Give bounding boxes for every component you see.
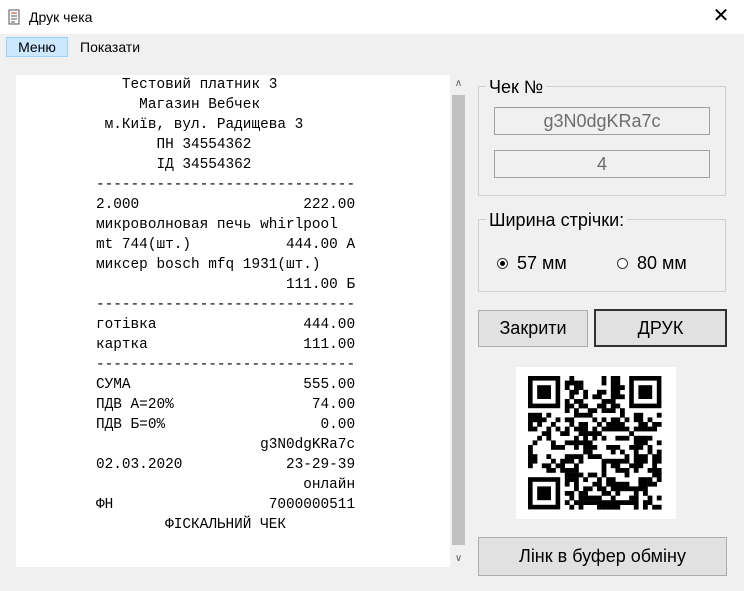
receipt-line: ПДВ А=20% 74.00 xyxy=(96,397,356,413)
menu-bar: Меню Показати xyxy=(0,34,744,60)
receipt-line: ФІСКАЛЬНИЙ ЧЕК xyxy=(96,517,286,533)
receipt-line: картка 111.00 xyxy=(96,337,356,353)
radio-57mm-label[interactable]: 57 мм xyxy=(517,253,567,273)
document-icon xyxy=(8,9,20,25)
receipt-line: Тестовий платник 3 xyxy=(96,77,278,93)
window-title: Друк чека xyxy=(29,9,93,25)
radio-80mm[interactable] xyxy=(617,258,628,269)
title-bar: Друк чека ✕ xyxy=(0,0,744,34)
tape-width-title: Ширина стрічки: xyxy=(486,210,628,230)
receipt-preview[interactable]: Тестовий платник 3 Магазин Вебчек м.Київ… xyxy=(16,75,450,567)
radio-80mm-label[interactable]: 80 мм xyxy=(637,253,687,273)
scroll-thumb[interactable] xyxy=(452,95,465,545)
receipt-line: ------------------------------ xyxy=(96,297,356,313)
check-index-field: 4 xyxy=(494,150,710,178)
check-number-field: g3N0dgKRa7c xyxy=(494,107,710,135)
receipt-line: Магазин Вебчек xyxy=(96,97,261,113)
receipt-line: ФН 7000000511 xyxy=(96,497,356,513)
check-number-title: Чек № xyxy=(486,77,547,97)
print-button[interactable]: ДРУК xyxy=(594,309,727,347)
receipt-line: готівка 444.00 xyxy=(96,317,356,333)
receipt-scrollbar[interactable]: ∧ ∨ xyxy=(450,75,467,567)
receipt-text: Тестовий платник 3 Магазин Вебчек м.Київ… xyxy=(96,75,355,535)
scroll-down-button[interactable]: ∨ xyxy=(450,550,467,567)
close-button[interactable]: Закрити xyxy=(478,310,588,347)
receipt-line: ------------------------------ xyxy=(96,177,356,193)
receipt-line: 2.000 222.00 xyxy=(96,197,356,213)
copy-link-button[interactable]: Лінк в буфер обміну xyxy=(478,537,727,576)
receipt-line: 02.03.2020 23-29-39 xyxy=(96,457,356,473)
radio-57mm[interactable] xyxy=(497,258,508,269)
receipt-line: ПН 34554362 xyxy=(96,137,252,153)
receipt-line: ------------------------------ xyxy=(96,357,356,373)
close-window-button[interactable]: ✕ xyxy=(698,0,744,34)
receipt-line: ПДВ Б=0% 0.00 xyxy=(96,417,356,433)
receipt-line: 111.00 Б xyxy=(96,277,356,293)
receipt-line: mt 744(шт.) 444.00 А xyxy=(96,237,356,253)
menu-item-menu[interactable]: Меню xyxy=(6,37,68,57)
receipt-line: ІД 34554362 xyxy=(96,157,252,173)
receipt-line: миксер bosch mfq 1931(шт.) xyxy=(96,257,321,273)
receipt-line: микроволновая печь whirlpool xyxy=(96,217,338,233)
qr-code-image xyxy=(516,367,676,519)
receipt-line: g3N0dgKRa7c xyxy=(96,437,356,453)
check-number-group xyxy=(478,86,726,196)
scroll-up-button[interactable]: ∧ xyxy=(450,75,467,92)
receipt-line: м.Київ, вул. Радищева 3 xyxy=(96,117,304,133)
menu-item-show[interactable]: Показати xyxy=(72,37,148,57)
receipt-line: СУМА 555.00 xyxy=(96,377,356,393)
receipt-line: онлайн xyxy=(96,477,356,493)
